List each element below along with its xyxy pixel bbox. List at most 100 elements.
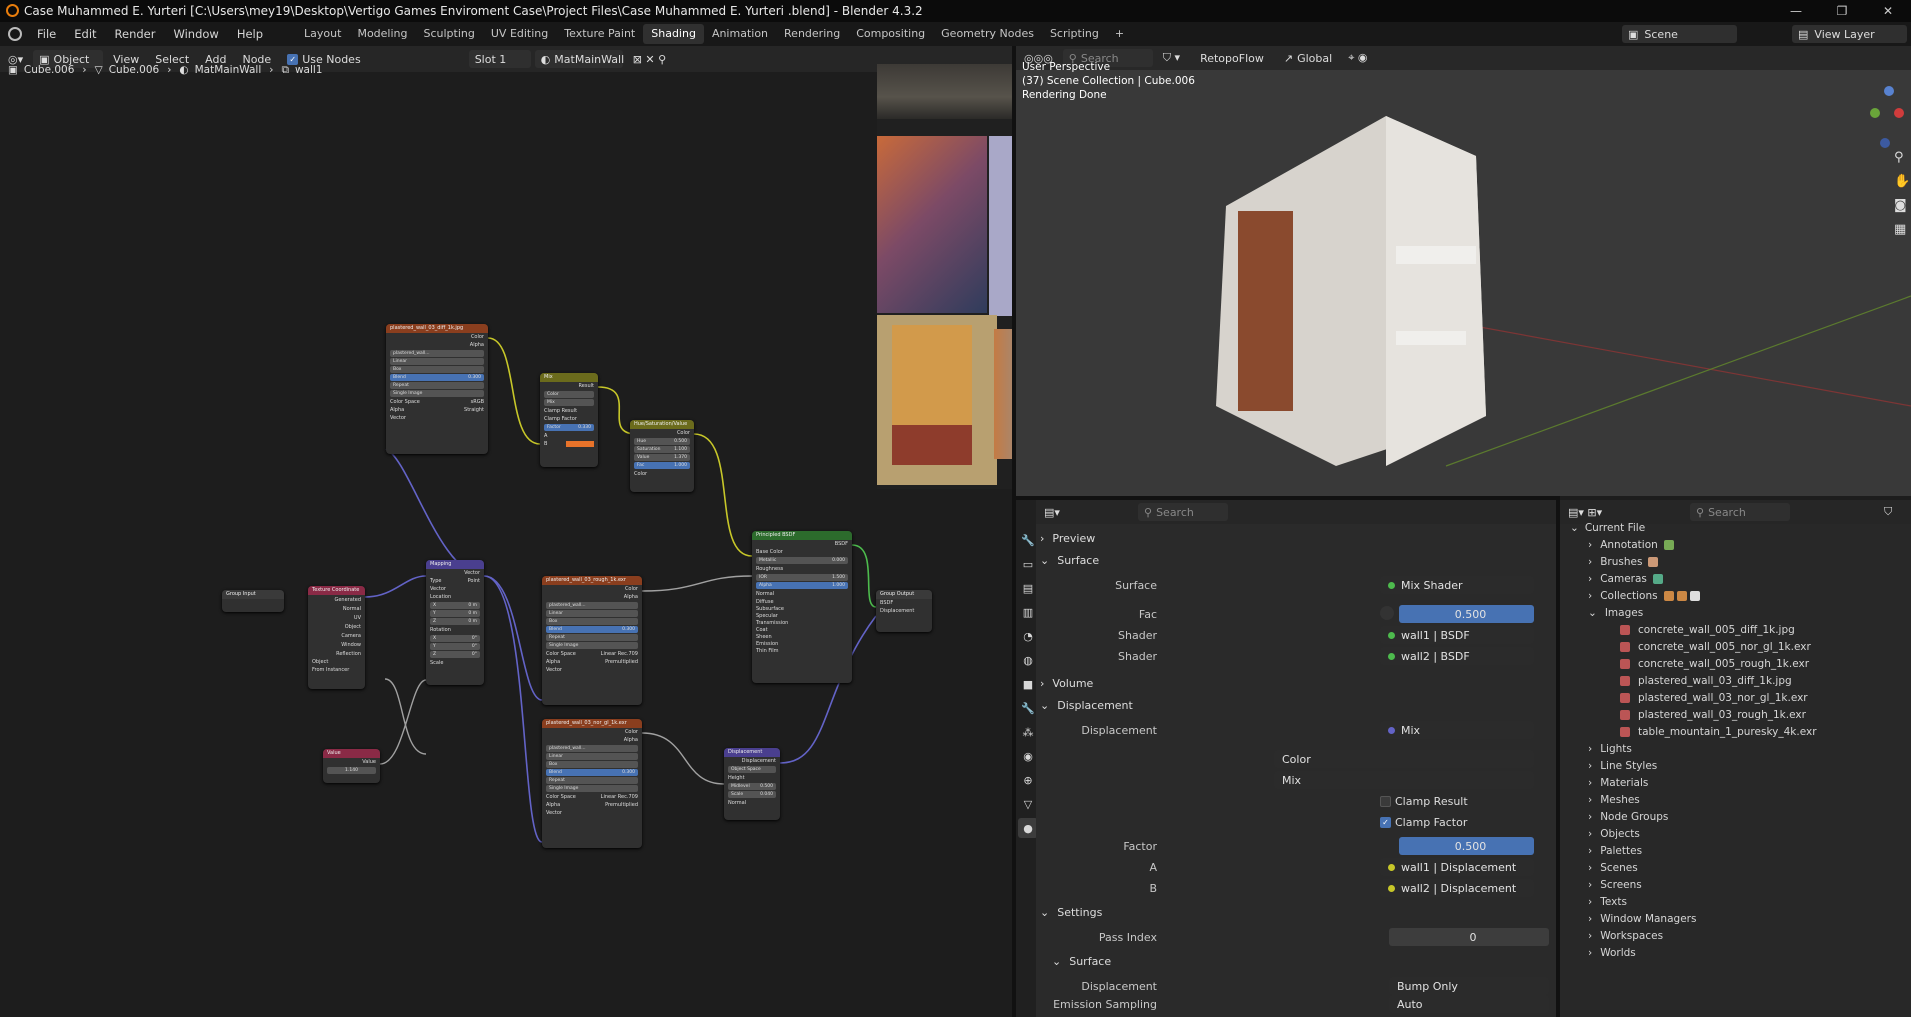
color-space-row[interactable]: Color Space Linear Rec.709 bbox=[546, 793, 638, 801]
source-dropdown[interactable]: Single Image bbox=[390, 390, 484, 397]
grid-icon[interactable]: ▦ bbox=[1894, 218, 1910, 242]
pass-index-field[interactable]: 0 bbox=[1389, 928, 1549, 946]
outliner-window-managers[interactable]: › Window Managers bbox=[1588, 912, 1696, 926]
projection-dropdown[interactable]: Box bbox=[546, 618, 638, 625]
material-tab-icon[interactable]: ● bbox=[1018, 818, 1038, 838]
outliner-image-item[interactable]: concrete_wall_005_rough_1k.exr bbox=[1620, 657, 1809, 671]
image-selector[interactable]: plastered_wall... bbox=[546, 602, 638, 609]
location-x[interactable]: X0 m bbox=[430, 602, 480, 609]
alpha-field[interactable]: Alpha 1.000 bbox=[756, 582, 848, 589]
section-preview[interactable]: › Preview bbox=[1040, 529, 1280, 547]
fac-slider[interactable]: 0.500 bbox=[1399, 605, 1534, 623]
zoom-icon[interactable]: ⚲ bbox=[1894, 146, 1910, 170]
node-image-texture-diffuse[interactable]: plastered_wall_03_diff_1k.jpg Color Alph… bbox=[386, 324, 488, 454]
emission-dropdown[interactable]: Auto bbox=[1389, 995, 1549, 1013]
shader1-field[interactable]: wall1 | BSDF bbox=[1380, 626, 1534, 644]
outliner-editor-icon[interactable]: ▤▾ ⊞▾ bbox=[1562, 503, 1608, 521]
outliner-cameras[interactable]: › Cameras bbox=[1588, 572, 1663, 586]
from-instancer-checkbox[interactable]: From Instancer bbox=[312, 666, 361, 674]
image-selector[interactable]: plastered_wall... bbox=[546, 745, 638, 752]
location-y[interactable]: Y0 m bbox=[430, 610, 480, 617]
data-tab-icon[interactable]: ▽ bbox=[1018, 794, 1038, 814]
hand-pan-icon[interactable]: ✋ bbox=[1894, 170, 1910, 194]
alpha-mode-row[interactable]: Alpha Premultiplied bbox=[546, 658, 638, 666]
snap-icon[interactable]: ⌖ ◉ bbox=[1342, 49, 1373, 67]
panel-diffuse[interactable]: Diffuse bbox=[756, 598, 848, 605]
outliner-scenes[interactable]: › Scenes bbox=[1588, 861, 1638, 875]
interpolation-dropdown[interactable]: Linear bbox=[546, 753, 638, 760]
outliner-image-item[interactable]: concrete_wall_005_diff_1k.jpg bbox=[1620, 623, 1795, 637]
add-workspace-icon[interactable]: + bbox=[1107, 24, 1132, 44]
displacement-field[interactable]: Mix bbox=[1380, 721, 1534, 739]
particles-tab-icon[interactable]: ⁂ bbox=[1018, 722, 1038, 742]
outliner-screens[interactable]: › Screens bbox=[1588, 878, 1642, 892]
properties-search[interactable]: ⚲ Search bbox=[1138, 503, 1228, 521]
section-surface[interactable]: ⌄ Surface bbox=[1040, 551, 1280, 569]
image-selector[interactable]: plastered_wall... bbox=[390, 350, 484, 357]
render-tab-icon[interactable]: ▭ bbox=[1018, 554, 1038, 574]
source-dropdown[interactable]: Single Image bbox=[546, 785, 638, 792]
metallic-field[interactable]: Metallic 0.000 bbox=[756, 557, 848, 564]
scale-field[interactable]: Scale 0.040 bbox=[728, 791, 776, 798]
node-hue-saturation-value[interactable]: Hue/Saturation/Value Color Hue 0.500 Satu… bbox=[630, 420, 694, 492]
scene-selector[interactable]: ▣ Scene bbox=[1622, 25, 1737, 43]
a-field[interactable]: wall1 | Displacement bbox=[1380, 858, 1534, 876]
space-dropdown[interactable]: Object Space bbox=[728, 766, 776, 773]
view-layer-selector[interactable]: ▤ View Layer bbox=[1792, 25, 1907, 43]
surface-shader-field[interactable]: Mix Shader bbox=[1380, 576, 1534, 594]
source-dropdown[interactable]: Single Image bbox=[546, 642, 638, 649]
section-volume[interactable]: › Volume bbox=[1040, 674, 1280, 692]
mix-blend-dropdown[interactable]: Mix bbox=[1274, 771, 1534, 789]
rotation-x[interactable]: X 0° bbox=[430, 635, 480, 642]
factor-slider[interactable]: 0.500 bbox=[1399, 837, 1534, 855]
constraints-tab-icon[interactable]: ⊕ bbox=[1018, 770, 1038, 790]
disp-method-dropdown[interactable]: Bump Only bbox=[1389, 977, 1549, 995]
node-principled-bsdf[interactable]: Principled BSDF BSDF Base Color Metallic… bbox=[752, 531, 852, 683]
color-space-row[interactable]: Color Space Linear Rec.709 bbox=[546, 650, 638, 658]
blend-field[interactable]: Blend 0.300 bbox=[546, 769, 638, 776]
extension-dropdown[interactable]: Repeat bbox=[390, 382, 484, 389]
node-texture-coordinate[interactable]: Texture Coordinate Generated Normal UV O… bbox=[308, 586, 365, 689]
outliner-image-item[interactable]: table_mountain_1_puresky_4k.exr bbox=[1620, 725, 1817, 739]
rotation-z[interactable]: Z 0° bbox=[430, 651, 480, 658]
tab-scripting[interactable]: Scripting bbox=[1042, 24, 1107, 44]
clamp-result-checkbox[interactable]: Clamp Result bbox=[544, 407, 594, 415]
object-tab-icon[interactable]: ■ bbox=[1018, 674, 1038, 694]
outliner-workspaces[interactable]: › Workspaces bbox=[1588, 929, 1663, 943]
outliner-meshes[interactable]: › Meshes bbox=[1588, 793, 1640, 807]
modifier-tab-icon[interactable]: 🔧 bbox=[1018, 698, 1038, 718]
properties-editor-icon[interactable]: ▤▾ bbox=[1038, 503, 1066, 521]
rotation-y[interactable]: Y 0° bbox=[430, 643, 480, 650]
outliner-root[interactable]: ⌄ Current File bbox=[1570, 521, 1645, 535]
panel-subsurface[interactable]: Subsurface bbox=[756, 605, 848, 612]
node-displacement[interactable]: Displacement Displacement Object Space H… bbox=[724, 748, 780, 820]
panel-transmission[interactable]: Transmission bbox=[756, 619, 848, 626]
type-dropdown[interactable]: Type Point bbox=[430, 577, 480, 585]
b-field[interactable]: wall2 | Displacement bbox=[1380, 879, 1534, 897]
node-group-output[interactable]: Group Output BSDF Displacement bbox=[876, 590, 932, 632]
world-tab-icon[interactable]: ◍ bbox=[1018, 650, 1038, 670]
projection-dropdown[interactable]: Box bbox=[546, 761, 638, 768]
tool-tab-icon[interactable]: 🔧 bbox=[1018, 530, 1038, 550]
minimize-button[interactable]: — bbox=[1773, 0, 1819, 22]
outliner-worlds[interactable]: › Worlds bbox=[1588, 946, 1636, 960]
outliner-texts[interactable]: › Texts bbox=[1588, 895, 1627, 909]
navigation-gizmo[interactable] bbox=[1854, 82, 1904, 148]
camera-view-icon[interactable]: ◙ bbox=[1894, 194, 1910, 218]
interpolation-dropdown[interactable]: Linear bbox=[546, 610, 638, 617]
outliner-collections[interactable]: › Collections bbox=[1588, 589, 1700, 603]
panel-sheen[interactable]: Sheen bbox=[756, 633, 848, 640]
object-field[interactable]: Object bbox=[312, 658, 361, 666]
ior-field[interactable]: IOR 1.500 bbox=[756, 574, 848, 581]
close-button[interactable]: ✕ bbox=[1865, 0, 1911, 22]
node-value[interactable]: Value Value 1.140 bbox=[323, 749, 380, 783]
clamp-factor-checkbox[interactable]: Clamp Factor bbox=[544, 415, 594, 423]
panel-emission[interactable]: Emission bbox=[756, 640, 848, 647]
outliner-node-groups[interactable]: › Node Groups bbox=[1588, 810, 1668, 824]
fac-socket-icon[interactable] bbox=[1380, 606, 1394, 620]
outliner-objects[interactable]: › Objects bbox=[1588, 827, 1640, 841]
outliner-images[interactable]: ⌄ Images bbox=[1588, 606, 1643, 620]
outliner-image-item[interactable]: plastered_wall_03_nor_gl_1k.exr bbox=[1620, 691, 1808, 705]
location-z[interactable]: Z0 m bbox=[430, 618, 480, 625]
output-tab-icon[interactable]: ▤ bbox=[1018, 578, 1038, 598]
